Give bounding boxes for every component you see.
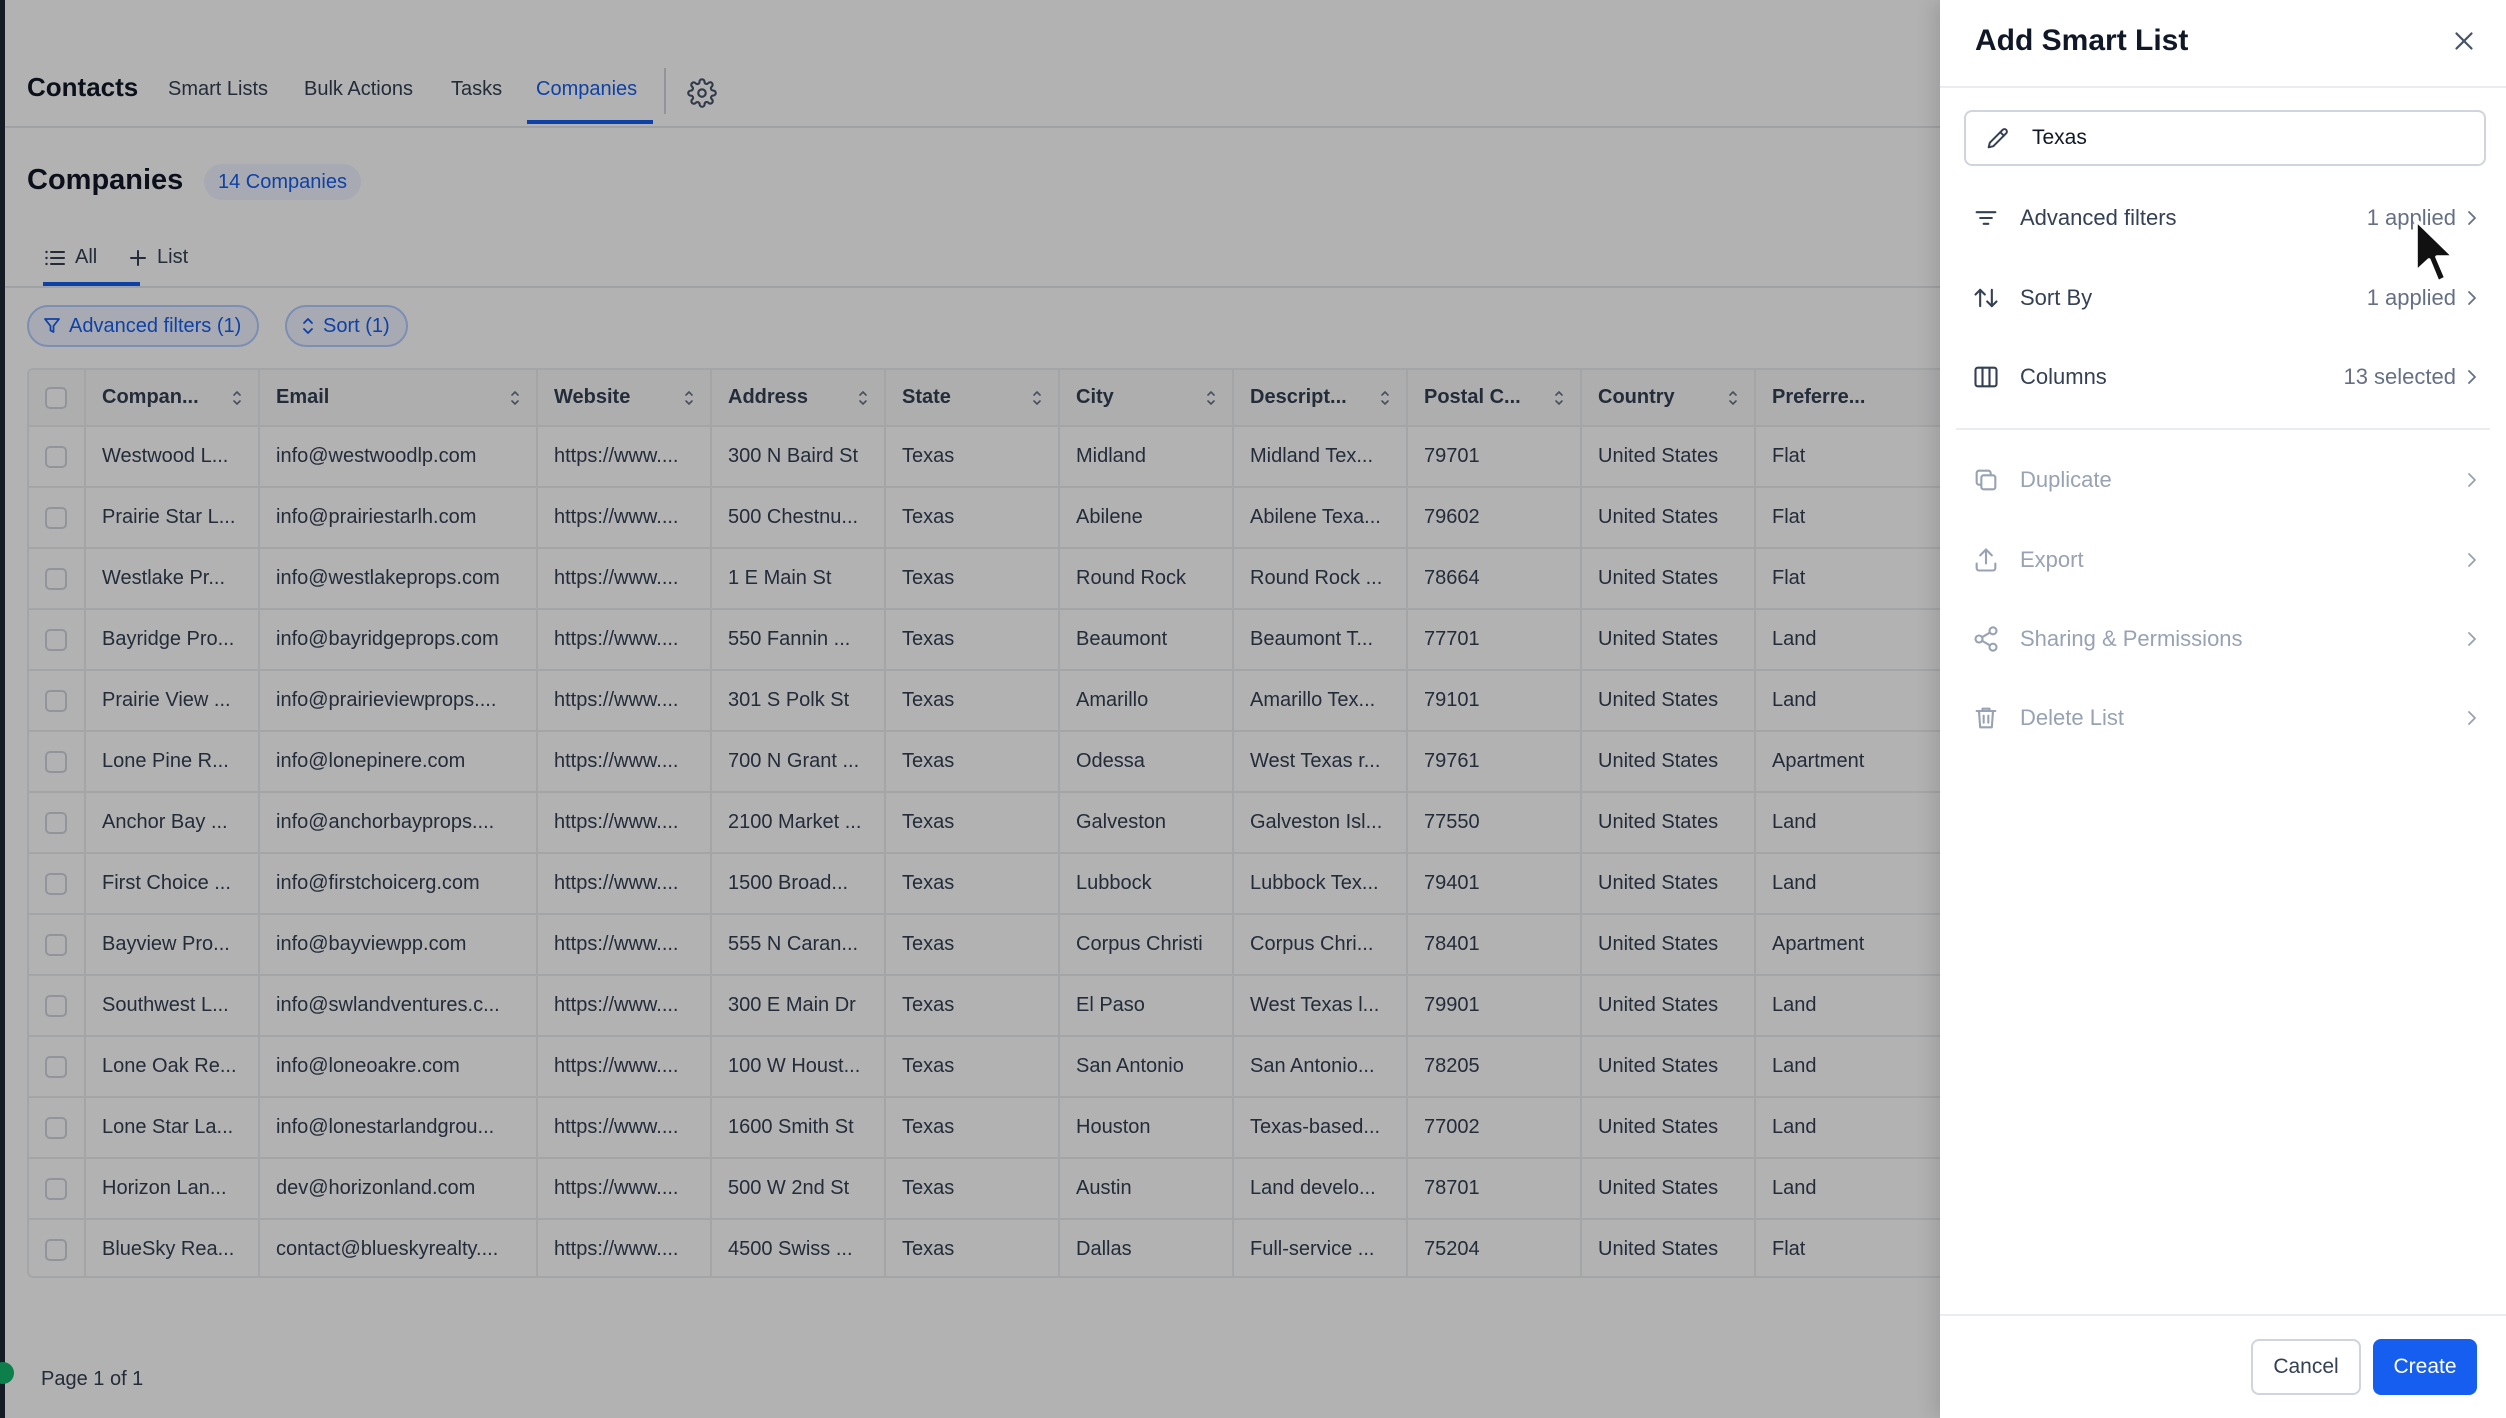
create-button[interactable]: Create	[2373, 1339, 2477, 1395]
chevron-right-icon	[2468, 473, 2476, 487]
drawer-footer-divider	[1940, 1314, 2506, 1316]
menu-item-value: 1 applied	[2366, 285, 2456, 310]
list-name-input[interactable]	[2032, 126, 2472, 150]
sharing-permissions-item[interactable]: Sharing & Permissions	[1956, 607, 2490, 671]
chevron-right-icon	[2468, 370, 2476, 384]
copy-icon	[1975, 469, 1997, 491]
menu-item-label: Export	[2020, 547, 2084, 572]
chevron-right-icon	[2468, 211, 2476, 225]
pencil-icon	[1987, 128, 2008, 149]
sort-by-item[interactable]: Sort By 1 applied	[1956, 266, 2490, 330]
add-smart-list-drawer: Add Smart List Advanced filters 1 applie…	[1940, 0, 2506, 1418]
drawer-header-divider	[1940, 86, 2506, 88]
trash-icon	[1975, 707, 1997, 729]
filter-lines-icon	[1975, 211, 1997, 225]
menu-item-label: Duplicate	[2020, 467, 2112, 492]
mouse-pointer-icon	[2414, 218, 2456, 284]
menu-item-label: Advanced filters	[2020, 205, 2177, 230]
share-icon	[1974, 626, 1998, 652]
close-icon[interactable]	[2449, 26, 2479, 56]
menu-item-label: Delete List	[2020, 705, 2124, 730]
menu-item-label: Columns	[2020, 364, 2107, 389]
list-name-field[interactable]	[1964, 110, 2486, 166]
chevron-right-icon	[2468, 711, 2476, 725]
menu-item-value: 13 selected	[2343, 364, 2456, 389]
duplicate-item[interactable]: Duplicate	[1956, 448, 2490, 512]
chevron-right-icon	[2468, 553, 2476, 567]
menu-item-label: Sharing & Permissions	[2020, 626, 2243, 651]
advanced-filters-item[interactable]: Advanced filters 1 applied	[1956, 186, 2490, 250]
sort-arrows-icon	[1974, 288, 1998, 308]
export-icon	[1975, 548, 1997, 572]
cancel-button[interactable]: Cancel	[2251, 1339, 2361, 1395]
chevron-right-icon	[2468, 291, 2476, 305]
modal-overlay[interactable]	[0, 0, 1940, 1418]
export-item[interactable]: Export	[1956, 528, 2490, 592]
delete-list-item[interactable]: Delete List	[1956, 686, 2490, 750]
drawer-title: Add Smart List	[1975, 24, 2189, 57]
columns-item[interactable]: Columns 13 selected	[1956, 345, 2490, 409]
menu-divider	[1956, 428, 2490, 430]
columns-icon	[1974, 366, 1998, 388]
menu-item-label: Sort By	[2020, 285, 2093, 310]
chevron-right-icon	[2468, 632, 2476, 646]
